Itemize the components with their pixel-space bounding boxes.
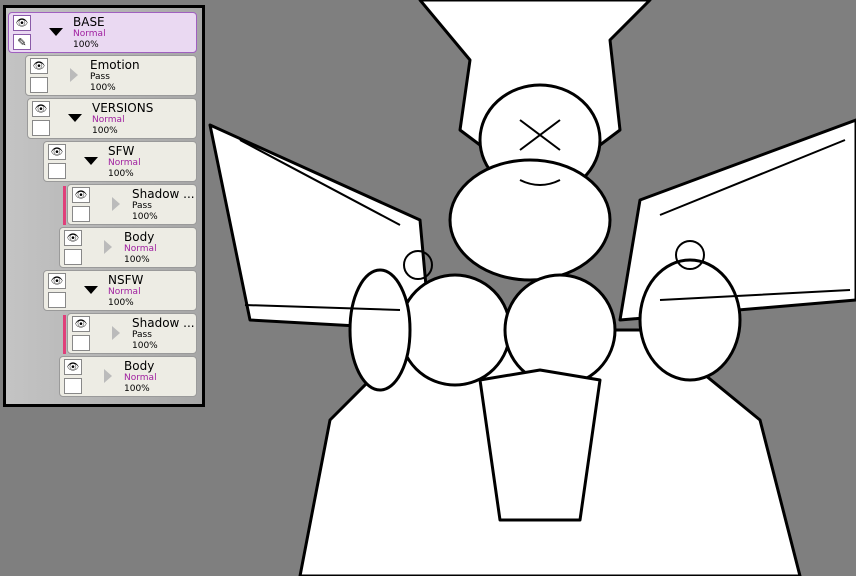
layer-mode: Pass — [90, 72, 110, 82]
layer-mode: Normal — [108, 287, 141, 297]
layer-mode: Normal — [108, 158, 141, 168]
expand-arrow-icon[interactable] — [68, 114, 82, 122]
expand-arrow-icon[interactable] — [84, 286, 98, 294]
layer-base[interactable]: 👁 ✎ BASE Normal 100% — [8, 12, 197, 53]
layer-mode: Pass — [132, 330, 152, 340]
layer-mode: Normal — [73, 29, 106, 39]
mask-slot — [48, 163, 66, 179]
layer-opacity: 100% — [124, 255, 150, 265]
layer-nsfw[interactable]: 👁 NSFW Normal 100% — [43, 270, 197, 311]
collapse-arrow-icon[interactable] — [104, 369, 112, 383]
pencil-icon: ✎ — [13, 34, 31, 50]
layer-name: SFW — [108, 144, 135, 158]
mask-slot — [72, 206, 90, 222]
layer-opacity: 100% — [92, 126, 118, 136]
visibility-eye-icon[interactable]: 👁 — [64, 359, 82, 375]
layer-opacity: 100% — [132, 341, 158, 351]
expand-arrow-icon[interactable] — [49, 28, 63, 36]
visibility-eye-icon[interactable]: 👁 — [48, 144, 66, 160]
layer-name: Shadow ... — [132, 316, 195, 330]
layer-opacity: 100% — [108, 169, 134, 179]
layer-mode: Normal — [124, 244, 157, 254]
layer-body-nsfw[interactable]: 👁 Body Normal 100% — [59, 356, 197, 397]
collapse-arrow-icon[interactable] — [104, 240, 112, 254]
layer-name: Emotion — [90, 58, 140, 72]
visibility-eye-icon[interactable]: 👁 — [64, 230, 82, 246]
mask-slot — [64, 378, 82, 394]
visibility-eye-icon[interactable]: 👁 — [72, 187, 90, 203]
layer-name: BASE — [73, 15, 105, 29]
visibility-eye-icon[interactable]: 👁 — [30, 58, 48, 74]
color-tag — [63, 315, 66, 354]
layer-opacity: 100% — [132, 212, 158, 222]
layer-mode: Normal — [124, 373, 157, 383]
visibility-eye-icon[interactable]: 👁 — [48, 273, 66, 289]
mask-slot — [64, 249, 82, 265]
layer-shadow-nsfw[interactable]: 👁 Shadow ... Pass 100% — [63, 313, 197, 354]
mask-slot — [72, 335, 90, 351]
layer-opacity: 100% — [108, 298, 134, 308]
layer-name: Shadow ... — [132, 187, 195, 201]
layer-emotion[interactable]: 👁 Emotion Pass 100% — [25, 55, 197, 96]
collapse-arrow-icon[interactable] — [112, 326, 120, 340]
expand-arrow-icon[interactable] — [84, 157, 98, 165]
collapse-arrow-icon[interactable] — [112, 197, 120, 211]
layer-name: Body — [124, 359, 155, 373]
layer-body-sfw[interactable]: 👁 Body Normal 100% — [59, 227, 197, 268]
layer-opacity: 100% — [90, 83, 116, 93]
collapse-arrow-icon[interactable] — [70, 68, 78, 82]
layer-versions[interactable]: 👁 VERSIONS Normal 100% — [27, 98, 197, 139]
layer-name: Body — [124, 230, 155, 244]
layer-mode: Normal — [92, 115, 125, 125]
layer-mode: Pass — [132, 201, 152, 211]
layer-name: NSFW — [108, 273, 144, 287]
layer-name: VERSIONS — [92, 101, 154, 115]
visibility-eye-icon[interactable]: 👁 — [13, 15, 31, 31]
visibility-eye-icon[interactable]: 👁 — [32, 101, 50, 117]
mask-slot — [48, 292, 66, 308]
layer-shadow-sfw[interactable]: 👁 Shadow ... Pass 100% — [63, 184, 197, 225]
layer-sfw[interactable]: 👁 SFW Normal 100% — [43, 141, 197, 182]
mask-slot — [32, 120, 50, 136]
layers-panel: 👁 ✎ BASE Normal 100% 👁 Emotion Pass 100%… — [3, 5, 205, 407]
visibility-eye-icon[interactable]: 👁 — [72, 316, 90, 332]
layer-opacity: 100% — [73, 40, 99, 50]
color-tag — [63, 186, 66, 225]
layer-opacity: 100% — [124, 384, 150, 394]
mask-slot — [30, 77, 48, 93]
